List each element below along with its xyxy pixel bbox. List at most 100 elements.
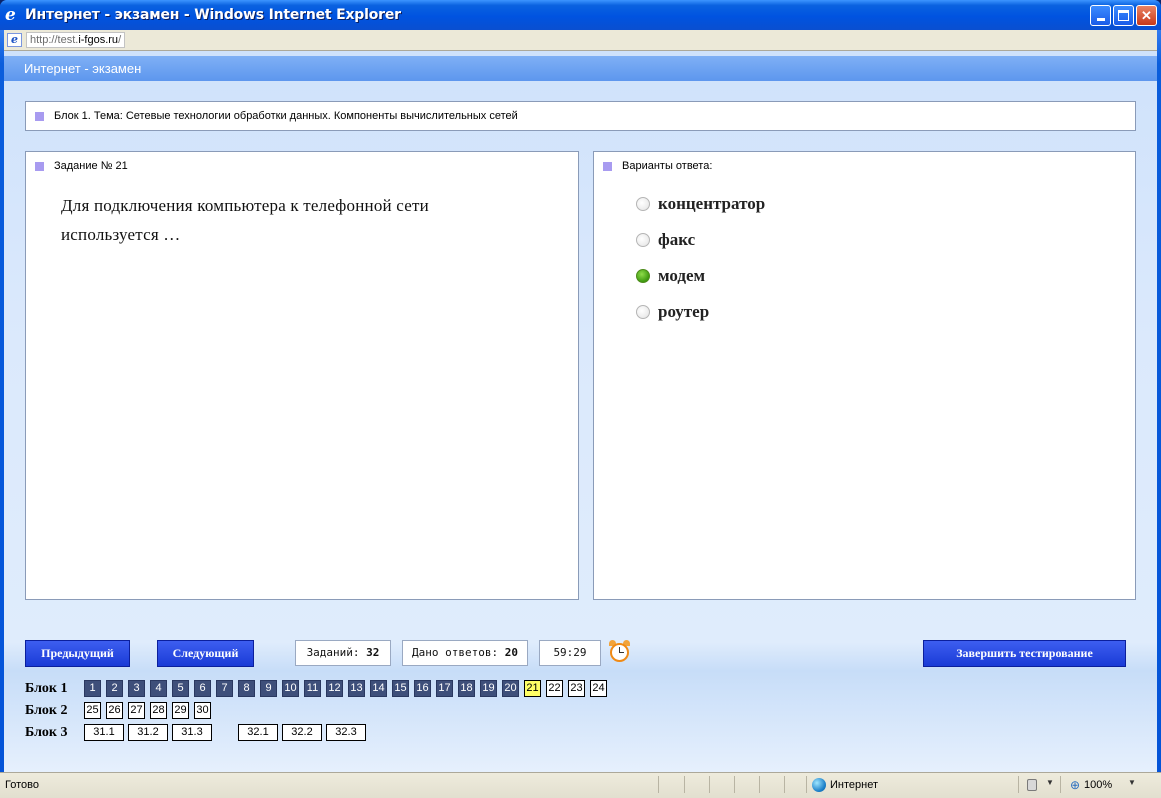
maximize-button[interactable] [1113,5,1134,26]
browser-window: e Интернет - экзамен - Windows Internet … [0,0,1161,798]
task-cell[interactable]: 12 [326,680,343,697]
chevron-down-icon[interactable]: ▼ [1128,778,1136,787]
app-title: Интернет - экзамен [24,61,142,76]
radio-button[interactable] [636,197,650,211]
task-cell[interactable]: 31.2 [128,724,168,741]
answers-panel: Варианты ответа: концентратор факс модем… [593,151,1136,600]
url-field[interactable]: http://test.i-fgos.ru/ [26,32,126,48]
lock-icon[interactable] [1027,779,1037,791]
answers-label: Варианты ответа: [622,160,713,172]
task-cell[interactable]: 27 [128,702,145,719]
task-cell[interactable]: 9 [260,680,277,697]
task-cell[interactable]: 3 [128,680,145,697]
status-divider [759,776,760,793]
task-cell[interactable]: 5 [172,680,189,697]
task-cell[interactable]: 13 [348,680,365,697]
block-2-label: Блок 2 [25,703,68,718]
task-cell[interactable]: 29 [172,702,189,719]
answer-label[interactable]: роутер [658,302,709,322]
task-cell[interactable]: 19 [480,680,497,697]
status-divider [784,776,785,793]
topic-panel: Блок 1. Тема: Сетевые технологии обработ… [25,101,1136,131]
radio-button-selected[interactable] [636,269,650,283]
answer-label[interactable]: модем [658,266,705,286]
task-cell[interactable]: 21 [524,680,541,697]
status-text: Готово [5,779,39,791]
status-divider [734,776,735,793]
status-divider [658,776,659,793]
tasks-count-label: Заданий: [306,646,360,659]
answered-count: Дано ответов: 20 [402,640,528,666]
timer: 59:29 [539,640,601,666]
question-text: Для подключения компьютера к телефонной … [61,196,429,244]
task-cell[interactable]: 15 [392,680,409,697]
task-cell[interactable]: 25 [84,702,101,719]
status-divider [1018,776,1019,793]
task-cell[interactable]: 2 [106,680,123,697]
task-cell[interactable]: 32.1 [238,724,278,741]
zoom-icon[interactable]: ⊕ [1070,778,1080,792]
answered-count-label: Дано ответов: [412,646,499,659]
topic-label: Блок 1. Тема: Сетевые технологии обработ… [54,110,518,122]
square-marker-icon [35,112,44,121]
task-cell[interactable]: 30 [194,702,211,719]
answer-label[interactable]: факс [658,230,695,250]
status-divider [1060,776,1061,793]
task-cell[interactable]: 4 [150,680,167,697]
previous-button[interactable]: Предыдущий [25,640,130,667]
finish-test-button[interactable]: Завершить тестирование [923,640,1126,667]
alarm-clock-icon [609,640,630,663]
task-cell[interactable]: 32.3 [326,724,366,741]
task-cell[interactable]: 16 [414,680,431,697]
task-cell[interactable]: 24 [590,680,607,697]
zoom-level[interactable]: 100% [1084,779,1112,791]
tasks-count: Заданий: 32 [295,640,391,666]
status-divider [806,776,807,793]
chevron-down-icon[interactable]: ▼ [1046,778,1054,787]
window-title: Интернет - экзамен - Windows Internet Ex… [25,7,401,23]
block-1-label: Блок 1 [25,681,68,696]
task-cell[interactable]: 8 [238,680,255,697]
url-suffix: / [118,34,122,46]
address-bar: e http://test.i-fgos.ru/ [4,30,1157,51]
block-3-label: Блок 3 [25,725,68,740]
ie-logo-icon: e [5,5,16,25]
title-bar: e Интернет - экзамен - Windows Internet … [0,0,1161,30]
task-cell[interactable]: 10 [282,680,299,697]
task-number: Задание № 21 [54,160,128,172]
task-cell[interactable]: 32.2 [282,724,322,741]
security-zone: Интернет [830,779,878,791]
task-cell[interactable]: 31.3 [172,724,212,741]
radio-button[interactable] [636,233,650,247]
minimize-button[interactable] [1090,5,1111,26]
task-cell[interactable]: 1 [84,680,101,697]
task-cell[interactable]: 26 [106,702,123,719]
task-panel: Задание № 21 Для подключения компьютера … [25,151,579,600]
task-cell[interactable]: 18 [458,680,475,697]
task-cell[interactable]: 14 [370,680,387,697]
url-domain: i-fgos.ru [78,34,119,46]
task-cell[interactable]: 6 [194,680,211,697]
task-cell[interactable]: 22 [546,680,563,697]
task-cell[interactable]: 28 [150,702,167,719]
square-marker-icon [603,162,612,171]
answered-count-value: 20 [504,646,518,659]
app-header: Интернет - экзамен [4,56,1157,81]
url-prefix: http://test. [30,34,79,46]
status-bar: Готово Интернет ▼ ⊕ 100% ▼ [0,772,1161,798]
status-divider [709,776,710,793]
task-cell[interactable]: 17 [436,680,453,697]
task-cell[interactable]: 7 [216,680,233,697]
close-button[interactable]: ✕ [1136,5,1157,26]
radio-button[interactable] [636,305,650,319]
clock-hand [619,652,624,653]
task-cell[interactable]: 31.1 [84,724,124,741]
next-button[interactable]: Следующий [157,640,254,667]
task-cell[interactable]: 23 [568,680,585,697]
globe-icon [812,778,826,792]
answer-label[interactable]: концентратор [658,194,765,214]
task-cell[interactable]: 11 [304,680,321,697]
page-content: Интернет - экзамен Блок 1. Тема: Сетевые… [4,51,1157,772]
task-cell[interactable]: 20 [502,680,519,697]
page-icon: e [7,33,22,47]
